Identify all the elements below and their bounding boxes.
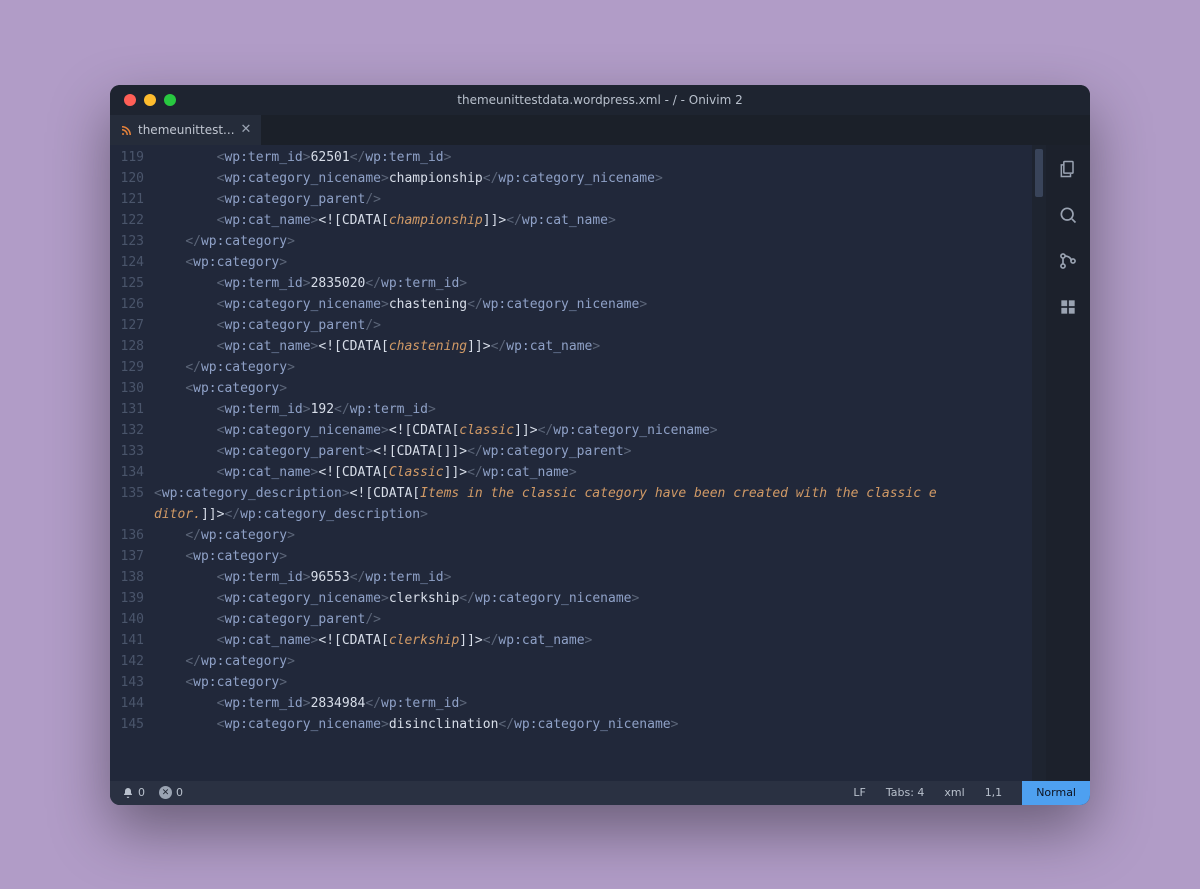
files-icon[interactable]: [1058, 159, 1078, 183]
window-title: themeunittestdata.wordpress.xml - / - On…: [110, 93, 1090, 107]
close-window-button[interactable]: [124, 94, 136, 106]
app-window: themeunittestdata.wordpress.xml - / - On…: [110, 85, 1090, 805]
scrollbar-thumb[interactable]: [1035, 149, 1043, 197]
language-indicator[interactable]: xml: [944, 786, 964, 799]
titlebar: themeunittestdata.wordpress.xml - / - On…: [110, 85, 1090, 115]
errors-count: 0: [176, 786, 183, 799]
notifications-count: 0: [138, 786, 145, 799]
rss-icon: [120, 124, 132, 136]
extensions-icon[interactable]: [1058, 297, 1078, 321]
traffic-lights: [110, 94, 176, 106]
activity-bar: [1046, 145, 1090, 781]
errors-indicator[interactable]: ✕ 0: [159, 786, 183, 799]
indent-indicator[interactable]: Tabs: 4: [886, 786, 925, 799]
editor-tab[interactable]: themeunittest... ✕: [110, 115, 262, 145]
editor-area[interactable]: 1191201211221231241251261271281291301311…: [110, 145, 1046, 781]
search-icon[interactable]: [1058, 205, 1078, 229]
minimize-window-button[interactable]: [144, 94, 156, 106]
editor-body: 1191201211221231241251261271281291301311…: [110, 145, 1090, 781]
minimap-scrollbar[interactable]: [1032, 145, 1046, 781]
status-bar: 0 ✕ 0 LF Tabs: 4 xml 1,1 Normal: [110, 781, 1090, 805]
eol-indicator[interactable]: LF: [853, 786, 865, 799]
maximize-window-button[interactable]: [164, 94, 176, 106]
tab-bar: themeunittest... ✕: [110, 115, 1090, 145]
cursor-position[interactable]: 1,1: [985, 786, 1003, 799]
notifications-indicator[interactable]: 0: [122, 786, 145, 799]
code-content[interactable]: <wp:term_id>62501</wp:term_id> <wp:categ…: [154, 145, 1032, 781]
tab-close-icon[interactable]: ✕: [241, 122, 252, 137]
git-icon[interactable]: [1058, 251, 1078, 275]
tab-label: themeunittest...: [138, 123, 235, 137]
vim-mode-indicator: Normal: [1022, 781, 1090, 805]
bell-icon: [122, 787, 134, 799]
error-icon: ✕: [159, 786, 172, 799]
line-number-gutter: 1191201211221231241251261271281291301311…: [110, 145, 154, 781]
